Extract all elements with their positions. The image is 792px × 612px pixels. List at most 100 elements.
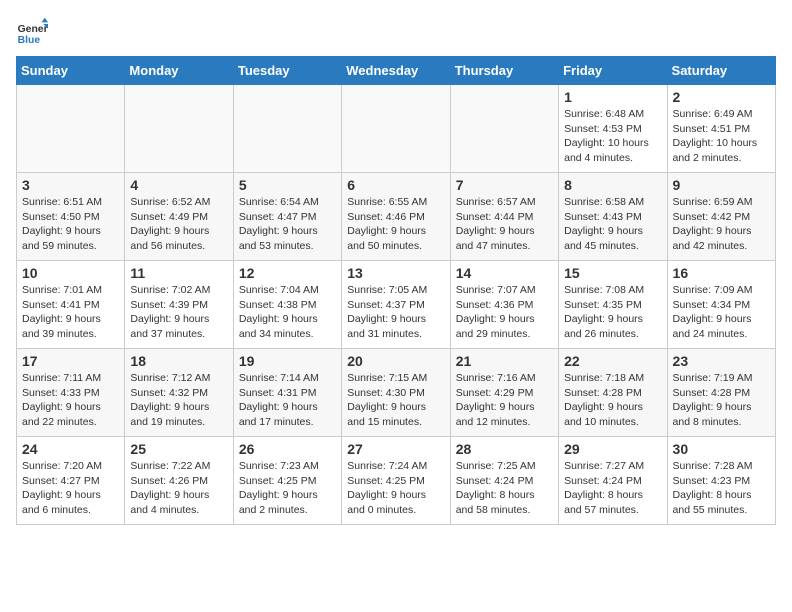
day-cell: 1Sunrise: 6:48 AM Sunset: 4:53 PM Daylig… (559, 85, 667, 173)
day-info: Sunrise: 7:07 AM Sunset: 4:36 PM Dayligh… (456, 283, 553, 342)
day-number: 3 (22, 177, 119, 193)
day-number: 19 (239, 353, 336, 369)
day-cell: 5Sunrise: 6:54 AM Sunset: 4:47 PM Daylig… (233, 173, 341, 261)
day-cell: 3 Sunrise: 6:51 AM Sunset: 4:50 PM Daylig… (17, 173, 125, 261)
day-cell: 27Sunrise: 7:24 AM Sunset: 4:25 PM Dayli… (342, 437, 450, 525)
header-saturday: Saturday (667, 57, 775, 85)
day-info: Sunrise: 7:14 AM Sunset: 4:31 PM Dayligh… (239, 371, 336, 430)
day-cell: 19 Sunrise: 7:14 AM Sunset: 4:31 PM Dayli… (233, 349, 341, 437)
calendar-table: SundayMondayTuesdayWednesdayThursdayFrid… (16, 56, 776, 525)
day-number: 20 (347, 353, 444, 369)
day-cell: 17 Sunrise: 7:11 AM Sunset: 4:33 PM Dayli… (17, 349, 125, 437)
day-cell: 9 Sunrise: 6:59 AM Sunset: 4:42 PM Daylig… (667, 173, 775, 261)
day-number: 22 (564, 353, 661, 369)
day-number: 6 (347, 177, 444, 193)
svg-text:General: General (18, 24, 48, 35)
day-cell: 16 Sunrise: 7:09 AM Sunset: 4:34 PM Dayli… (667, 261, 775, 349)
day-cell: 18 Sunrise: 7:12 AM Sunset: 4:32 PM Dayli… (125, 349, 233, 437)
day-info: Sunrise: 7:28 AM Sunset: 4:23 PM Dayligh… (673, 459, 770, 518)
day-info: Sunrise: 6:59 AM Sunset: 4:42 PM Dayligh… (673, 195, 770, 254)
day-cell: 24 Sunrise: 7:20 AM Sunset: 4:27 PM Dayli… (17, 437, 125, 525)
day-number: 24 (22, 441, 119, 457)
day-info: Sunrise: 7:04 AM Sunset: 4:38 PM Dayligh… (239, 283, 336, 342)
day-number: 18 (130, 353, 227, 369)
day-number: 11 (130, 265, 227, 281)
day-cell: 13 Sunrise: 7:05 AM Sunset: 4:37 PM Dayli… (342, 261, 450, 349)
day-info: Sunrise: 7:15 AM Sunset: 4:30 PM Dayligh… (347, 371, 444, 430)
day-cell: 10 Sunrise: 7:01 AM Sunset: 4:41 PM Dayli… (17, 261, 125, 349)
day-cell: 2Sunrise: 6:49 AM Sunset: 4:51 PM Daylig… (667, 85, 775, 173)
day-info: Sunrise: 6:49 AM Sunset: 4:51 PM Dayligh… (673, 107, 770, 166)
logo-icon: General Blue (16, 16, 48, 48)
day-info: Sunrise: 6:54 AM Sunset: 4:47 PM Dayligh… (239, 195, 336, 254)
header-thursday: Thursday (450, 57, 558, 85)
week-row-1: 1Sunrise: 6:48 AM Sunset: 4:53 PM Daylig… (17, 85, 776, 173)
day-cell: 22 Sunrise: 7:18 AM Sunset: 4:28 PM Dayli… (559, 349, 667, 437)
day-number: 8 (564, 177, 661, 193)
day-cell: 7Sunrise: 6:57 AM Sunset: 4:44 PM Daylig… (450, 173, 558, 261)
header-sunday: Sunday (17, 57, 125, 85)
day-info: Sunrise: 7:01 AM Sunset: 4:41 PM Dayligh… (22, 283, 119, 342)
day-cell: 20 Sunrise: 7:15 AM Sunset: 4:30 PM Dayli… (342, 349, 450, 437)
day-info: Sunrise: 7:12 AM Sunset: 4:32 PM Dayligh… (130, 371, 227, 430)
day-number: 17 (22, 353, 119, 369)
logo: General Blue (16, 16, 48, 48)
calendar-header: SundayMondayTuesdayWednesdayThursdayFrid… (17, 57, 776, 85)
week-row-4: 17 Sunrise: 7:11 AM Sunset: 4:33 PM Dayli… (17, 349, 776, 437)
day-number: 26 (239, 441, 336, 457)
day-number: 16 (673, 265, 770, 281)
day-info: Sunrise: 6:58 AM Sunset: 4:43 PM Dayligh… (564, 195, 661, 254)
day-cell: 28 Sunrise: 7:25 AM Sunset: 4:24 PM Dayli… (450, 437, 558, 525)
day-number: 1 (564, 89, 661, 105)
day-number: 30 (673, 441, 770, 457)
day-cell: 26 Sunrise: 7:23 AM Sunset: 4:25 PM Dayli… (233, 437, 341, 525)
day-cell: 30 Sunrise: 7:28 AM Sunset: 4:23 PM Dayli… (667, 437, 775, 525)
day-number: 25 (130, 441, 227, 457)
day-info: Sunrise: 7:08 AM Sunset: 4:35 PM Dayligh… (564, 283, 661, 342)
header-monday: Monday (125, 57, 233, 85)
day-info: Sunrise: 6:55 AM Sunset: 4:46 PM Dayligh… (347, 195, 444, 254)
day-info: Sunrise: 7:24 AM Sunset: 4:25 PM Dayligh… (347, 459, 444, 518)
day-info: Sunrise: 7:25 AM Sunset: 4:24 PM Dayligh… (456, 459, 553, 518)
day-number: 4 (130, 177, 227, 193)
header-friday: Friday (559, 57, 667, 85)
day-cell: 12 Sunrise: 7:04 AM Sunset: 4:38 PM Dayli… (233, 261, 341, 349)
day-info: Sunrise: 7:18 AM Sunset: 4:28 PM Dayligh… (564, 371, 661, 430)
day-number: 12 (239, 265, 336, 281)
day-info: Sunrise: 7:27 AM Sunset: 4:24 PM Dayligh… (564, 459, 661, 518)
day-cell: 15 Sunrise: 7:08 AM Sunset: 4:35 PM Dayli… (559, 261, 667, 349)
day-cell (17, 85, 125, 173)
header-wednesday: Wednesday (342, 57, 450, 85)
day-cell (233, 85, 341, 173)
week-row-5: 24 Sunrise: 7:20 AM Sunset: 4:27 PM Dayli… (17, 437, 776, 525)
day-number: 23 (673, 353, 770, 369)
day-cell (342, 85, 450, 173)
day-info: Sunrise: 7:23 AM Sunset: 4:25 PM Dayligh… (239, 459, 336, 518)
day-number: 21 (456, 353, 553, 369)
day-cell: 23Sunrise: 7:19 AM Sunset: 4:28 PM Dayli… (667, 349, 775, 437)
day-cell: 6 Sunrise: 6:55 AM Sunset: 4:46 PM Daylig… (342, 173, 450, 261)
day-info: Sunrise: 7:16 AM Sunset: 4:29 PM Dayligh… (456, 371, 553, 430)
day-cell: 8 Sunrise: 6:58 AM Sunset: 4:43 PM Daylig… (559, 173, 667, 261)
day-number: 14 (456, 265, 553, 281)
day-number: 7 (456, 177, 553, 193)
header-tuesday: Tuesday (233, 57, 341, 85)
day-number: 13 (347, 265, 444, 281)
day-info: Sunrise: 7:05 AM Sunset: 4:37 PM Dayligh… (347, 283, 444, 342)
day-cell: 14 Sunrise: 7:07 AM Sunset: 4:36 PM Dayli… (450, 261, 558, 349)
day-info: Sunrise: 7:11 AM Sunset: 4:33 PM Dayligh… (22, 371, 119, 430)
day-number: 15 (564, 265, 661, 281)
week-row-3: 10 Sunrise: 7:01 AM Sunset: 4:41 PM Dayli… (17, 261, 776, 349)
day-cell: 11Sunrise: 7:02 AM Sunset: 4:39 PM Dayli… (125, 261, 233, 349)
day-cell: 29 Sunrise: 7:27 AM Sunset: 4:24 PM Dayli… (559, 437, 667, 525)
day-info: Sunrise: 7:22 AM Sunset: 4:26 PM Dayligh… (130, 459, 227, 518)
day-cell (125, 85, 233, 173)
day-number: 10 (22, 265, 119, 281)
day-cell: 21 Sunrise: 7:16 AM Sunset: 4:29 PM Dayli… (450, 349, 558, 437)
day-info: Sunrise: 7:09 AM Sunset: 4:34 PM Dayligh… (673, 283, 770, 342)
day-number: 9 (673, 177, 770, 193)
day-number: 28 (456, 441, 553, 457)
day-number: 29 (564, 441, 661, 457)
day-info: Sunrise: 7:20 AM Sunset: 4:27 PM Dayligh… (22, 459, 119, 518)
day-info: Sunrise: 6:51 AM Sunset: 4:50 PM Dayligh… (22, 195, 119, 254)
